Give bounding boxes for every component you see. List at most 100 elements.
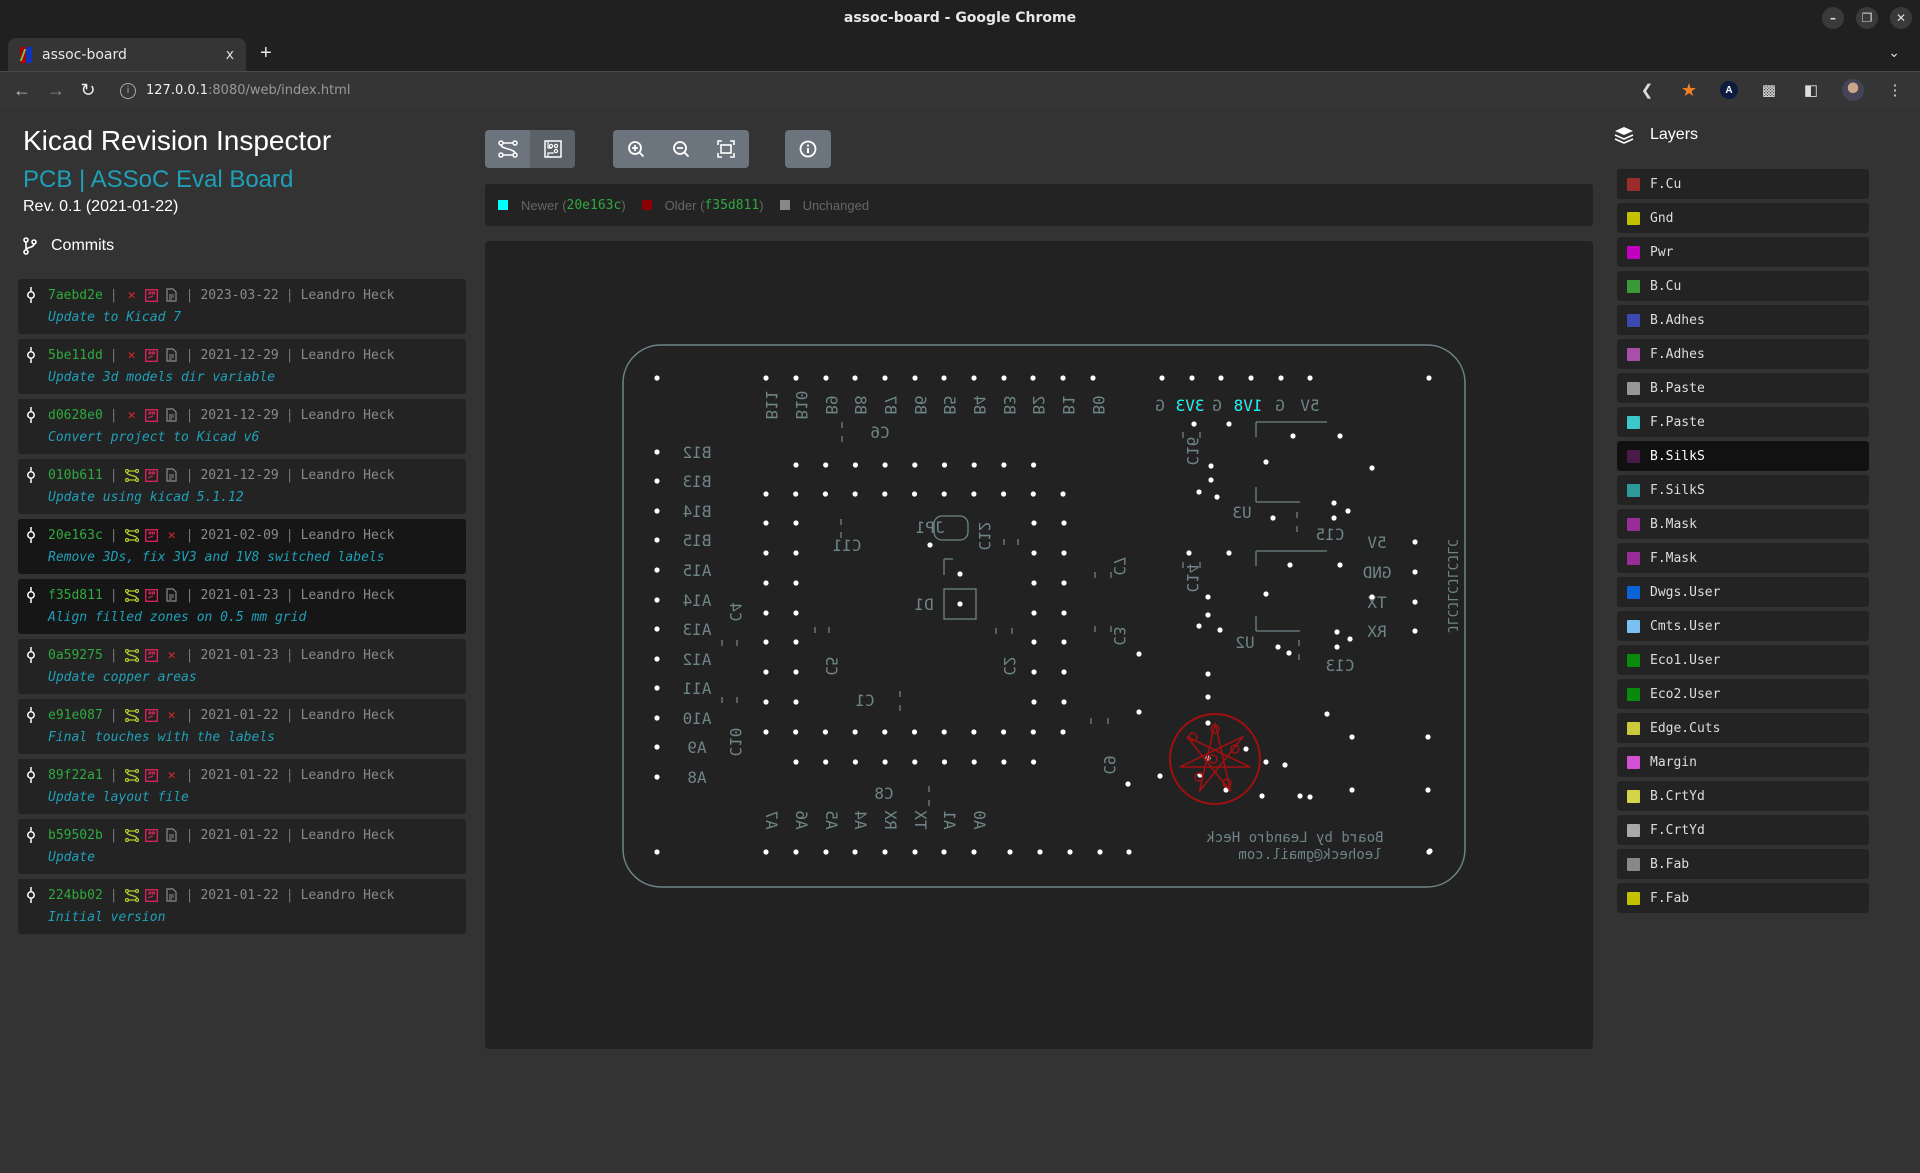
layer-name: B.Cu: [1650, 278, 1682, 294]
layer-item[interactable]: F.Paste: [1617, 407, 1869, 437]
extension-a-icon[interactable]: A: [1720, 81, 1738, 99]
pad: [941, 491, 947, 497]
pcb-changed-icon: [145, 588, 159, 602]
commit-item[interactable]: b59502b | | 2021-01-22 | Leandro Heck Update: [18, 819, 466, 874]
layer-item[interactable]: Eco1.User: [1617, 645, 1869, 675]
layer-item[interactable]: B.Cu: [1617, 271, 1869, 301]
commits-header: Commits: [23, 237, 114, 255]
layer-item[interactable]: B.CrtYd: [1617, 781, 1869, 811]
reload-button[interactable]: ↻: [76, 80, 100, 101]
layer-item[interactable]: B.Adhes: [1617, 305, 1869, 335]
site-info-icon[interactable]: i: [120, 82, 136, 99]
header-pin-label: B10: [792, 391, 811, 420]
layer-name: Dwgs.User: [1650, 584, 1721, 600]
layer-item[interactable]: Cmts.User: [1617, 611, 1869, 641]
pad: [1191, 421, 1197, 427]
menu-kebab-icon[interactable]: ⋮: [1884, 79, 1906, 101]
layer-color-swatch: [1627, 755, 1640, 769]
document-icon: [165, 408, 179, 422]
extensions-puzzle-icon[interactable]: ▩: [1758, 79, 1780, 101]
layer-item[interactable]: F.Fab: [1617, 883, 1869, 913]
pad: [654, 449, 660, 455]
close-window-button[interactable]: ✕: [1890, 7, 1912, 29]
pad: [971, 462, 977, 468]
pad: [654, 656, 660, 662]
pad: [1061, 669, 1067, 675]
pcb-changed-icon: [145, 768, 159, 782]
pcb-view-button[interactable]: [530, 130, 575, 168]
minimize-button[interactable]: –: [1822, 7, 1844, 29]
separator: |: [185, 887, 194, 903]
pad: [763, 491, 769, 497]
schematic-view-button[interactable]: [485, 130, 530, 168]
pcb-canvas[interactable]: B11 B10 B9 B8 B7 B6 B5 B4 B3 B2 B1 B0 G 3V33V3 G 1V81V8…: [485, 241, 1593, 1049]
commit-node-icon: [24, 767, 38, 783]
commit-item[interactable]: d0628e0 | ✕ | 2021-12-29 | Leandro Heck Convert…: [18, 399, 466, 454]
pad: [1337, 433, 1343, 439]
new-tab-button[interactable]: +: [260, 42, 272, 65]
layer-item[interactable]: Pwr: [1617, 237, 1869, 267]
layer-item[interactable]: B.Fab: [1617, 849, 1869, 879]
layer-item[interactable]: Eco2.User: [1617, 679, 1869, 709]
pad: [941, 729, 947, 735]
power-label: G: [1212, 396, 1222, 415]
commit-item[interactable]: 7aebd2e | ✕ | 2023-03-22 | Leandro Heck Update …: [18, 279, 466, 334]
pad: [1031, 669, 1037, 675]
component-label: C10: [726, 728, 745, 757]
layer-item[interactable]: B.Mask: [1617, 509, 1869, 539]
pad: [882, 375, 888, 381]
forward-button[interactable]: →: [44, 80, 68, 101]
bookmark-star-icon[interactable]: ★: [1678, 79, 1700, 101]
pcb-viewer[interactable]: B11 B10 B9 B8 B7 B6 B5 B4 B3 B2 B1 B0 G 3V3 3V3 G 1V8 1V8…: [485, 241, 1593, 1049]
zoom-in-button[interactable]: [613, 130, 658, 168]
layer-item[interactable]: F.Mask: [1617, 543, 1869, 573]
address-bar[interactable]: i 127.0.0.1 :8080/web/index.html: [120, 82, 350, 99]
commit-item[interactable]: 20e163c | ✕ | 2021-02-09 | Leandro Heck Remove …: [18, 519, 466, 574]
tab-search-chevron-icon[interactable]: ⌄: [1888, 44, 1900, 61]
commit-item[interactable]: 89f22a1 | ✕ | 2021-01-22 | Leandro Heck Update …: [18, 759, 466, 814]
layer-item[interactable]: Edge.Cuts: [1617, 713, 1869, 743]
tab-close-button[interactable]: x: [226, 47, 234, 63]
pad: [882, 491, 888, 497]
fit-view-button[interactable]: [703, 130, 748, 168]
header-pin-label: B8: [851, 395, 870, 414]
profile-avatar[interactable]: [1842, 79, 1864, 101]
layer-item[interactable]: B.SilkS: [1617, 441, 1869, 471]
pad: [1061, 639, 1067, 645]
browser-toolbar: ← → ↻ i 127.0.0.1 :8080/web/index.html ❮…: [0, 71, 1920, 109]
layer-item[interactable]: F.Cu: [1617, 169, 1869, 199]
separator: |: [109, 407, 118, 423]
pcb-changed-icon: [145, 528, 159, 542]
layer-item[interactable]: Gnd: [1617, 203, 1869, 233]
layer-color-swatch: [1627, 415, 1640, 429]
commit-item[interactable]: 0a59275 | ✕ | 2021-01-23 | Leandro Heck Update …: [18, 639, 466, 694]
header-pin-label: TX: [911, 810, 930, 830]
layer-color-swatch: [1627, 279, 1640, 293]
header-pin-label: A10: [683, 709, 712, 728]
pad: [1001, 759, 1007, 765]
commit-item[interactable]: 010b611 | | 2021-12-29 | Leandro Heck Update u…: [18, 459, 466, 514]
layer-item[interactable]: F.SilkS: [1617, 475, 1869, 505]
layer-item[interactable]: F.CrtYd: [1617, 815, 1869, 845]
pad: [941, 759, 948, 765]
layer-item[interactable]: Dwgs.User: [1617, 577, 1869, 607]
back-button[interactable]: ←: [10, 80, 34, 101]
share-icon[interactable]: ❮: [1636, 79, 1658, 101]
commit-item[interactable]: 5be11dd | ✕ | 2021-12-29 | Leandro Heck Update …: [18, 339, 466, 394]
side-panel-icon[interactable]: ◧: [1800, 79, 1822, 101]
commit-item[interactable]: f35d811 | | 2021-01-23 | Leandro Heck Align fi…: [18, 579, 466, 634]
header-pin-label: B6: [911, 395, 930, 414]
info-button[interactable]: [785, 130, 830, 168]
zoom-out-button[interactable]: [658, 130, 703, 168]
layer-item[interactable]: F.Adhes: [1617, 339, 1869, 369]
layer-color-swatch: [1627, 381, 1640, 395]
commit-item[interactable]: 224bb02 | | 2021-01-22 | Leandro Heck Initial …: [18, 879, 466, 934]
layer-item[interactable]: Margin: [1617, 747, 1869, 777]
restore-button[interactable]: ❐: [1856, 7, 1878, 29]
commit-item[interactable]: e91e087 | ✕ | 2021-01-22 | Leandro Heck Final t…: [18, 699, 466, 754]
missing-x-icon: ✕: [167, 647, 176, 663]
layer-color-swatch: [1627, 245, 1640, 259]
browser-tab[interactable]: assoc-board x: [8, 38, 246, 71]
layer-color-swatch: [1627, 891, 1640, 905]
layer-item[interactable]: B.Paste: [1617, 373, 1869, 403]
